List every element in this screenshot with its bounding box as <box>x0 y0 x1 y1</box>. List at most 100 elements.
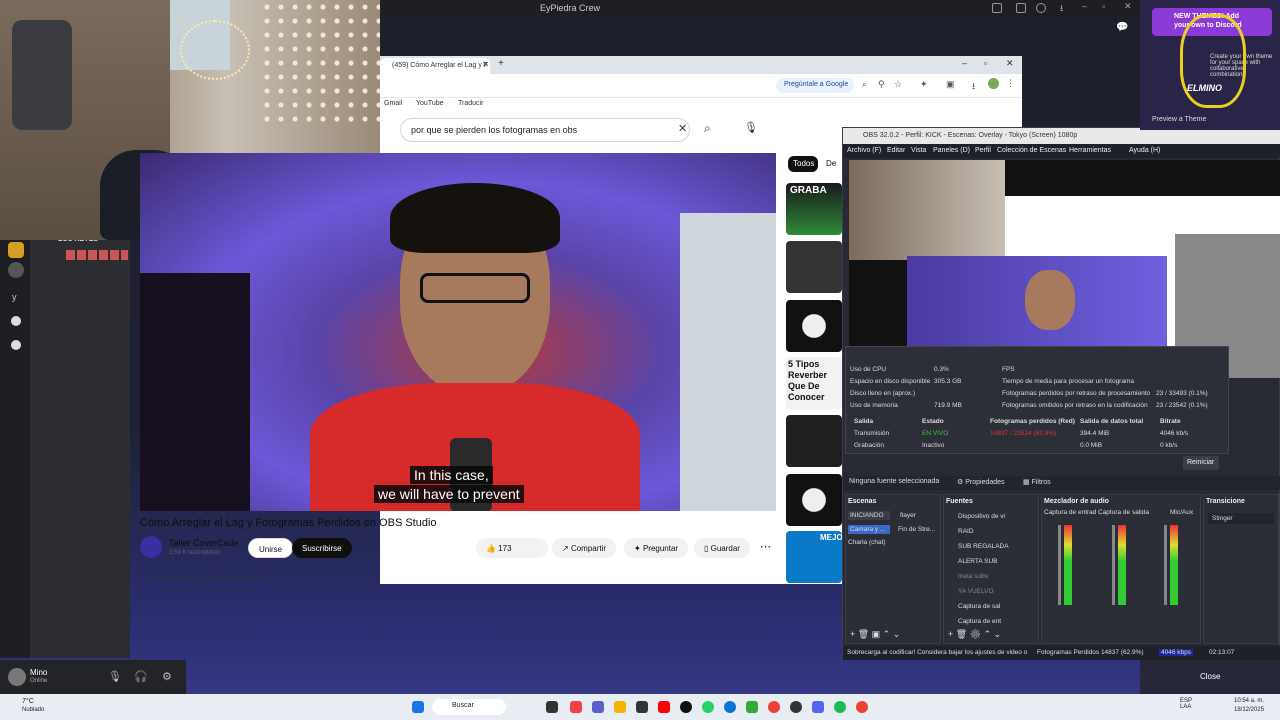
downloads-icon[interactable]: ⭳ <box>972 79 975 95</box>
obs-icon[interactable] <box>790 701 802 713</box>
ask-button[interactable]: ✦ Preguntar <box>624 538 689 558</box>
bookmark-youtube[interactable]: YouTube <box>416 100 444 107</box>
properties-button[interactable]: ⚙ Propiedades <box>957 478 1005 486</box>
spotify-icon[interactable] <box>834 701 846 713</box>
bookmark-translate[interactable]: Traducir <box>458 100 483 107</box>
share-button[interactable]: ↗ Compartir <box>552 538 617 558</box>
bookmark-gmail[interactable]: Gmail <box>384 100 402 107</box>
voice-participants[interactable] <box>66 250 128 260</box>
language-indicator[interactable]: ESP LAA <box>1180 698 1192 710</box>
chat-icon[interactable]: 💬 <box>1116 22 1128 33</box>
extensions-icon[interactable]: ✦ <box>920 79 928 90</box>
volume-slider[interactable] <box>1164 525 1167 605</box>
suggested-video-thumbnail[interactable]: MEJO <box>786 531 842 583</box>
app-icon[interactable] <box>746 701 758 713</box>
youtube-search-input[interactable]: por que se pierden los fotogramas en obs <box>400 118 690 142</box>
bookmark-star-icon[interactable]: ☆ <box>894 79 902 90</box>
avatar[interactable] <box>8 668 26 686</box>
filters-button[interactable]: ▦ Filtros <box>1023 478 1051 486</box>
chip-all[interactable]: Todos <box>788 156 818 172</box>
volume-slider[interactable] <box>1112 525 1115 605</box>
edge-icon[interactable] <box>724 701 736 713</box>
close-button[interactable]: Close <box>1200 672 1220 681</box>
ask-google-button[interactable]: Pregúntale a Google <box>776 78 854 93</box>
weather-temp[interactable]: 7°C <box>22 698 34 705</box>
scene-item[interactable]: INICIANDO <box>848 511 890 520</box>
suggested-video-thumbnail[interactable] <box>786 241 842 293</box>
source-item[interactable]: YA VUELVO <box>958 588 994 595</box>
scene-transition[interactable]: flayer <box>900 512 916 519</box>
reset-stats-button[interactable]: Reiniciar <box>1183 456 1219 470</box>
suggested-video-thumbnail[interactable] <box>786 300 842 352</box>
sidepanel-icon[interactable]: ▣ <box>946 79 955 90</box>
chrome-icon[interactable] <box>768 701 780 713</box>
menu-file[interactable]: Archivo (F) <box>847 147 881 154</box>
download-icon[interactable]: ⭳ <box>1060 1 1063 17</box>
microphone-icon[interactable]: 🎙 <box>744 121 758 134</box>
close-icon[interactable]: ✕ <box>1124 1 1132 12</box>
taskview-icon[interactable] <box>546 701 558 713</box>
minimize-icon[interactable]: – <box>1082 1 1087 11</box>
clear-search-icon[interactable]: ✕ <box>678 122 687 135</box>
video-player[interactable]: In this case, we will have to prevent <box>140 153 776 511</box>
youtube-icon[interactable] <box>658 701 670 713</box>
discord-icon[interactable] <box>812 701 824 713</box>
menu-icon[interactable]: ⋮ <box>1006 78 1015 89</box>
scene-item[interactable]: Camara y ... <box>848 525 890 534</box>
suggested-video-thumbnail[interactable]: 5 Tipos Reverber Que De Conocer <box>786 357 842 409</box>
scene-transition[interactable]: Fin de Stre... <box>898 526 935 533</box>
source-item[interactable]: Captura de sal <box>958 603 1000 610</box>
chip-2[interactable]: De <box>826 159 836 168</box>
explorer-icon[interactable] <box>614 701 626 713</box>
headphones-icon[interactable]: 🎧 <box>134 670 148 683</box>
menu-docks[interactable]: Paneles (D) <box>933 147 970 154</box>
menu-view[interactable]: Vista <box>911 147 926 154</box>
new-tab-icon[interactable]: + <box>498 58 504 69</box>
minimize-icon[interactable]: – <box>962 58 967 68</box>
maximize-icon[interactable]: ▫ <box>1102 1 1105 11</box>
username[interactable]: Mino <box>30 668 47 677</box>
source-item[interactable]: Dispositivo de vi <box>958 513 1005 520</box>
app-icon[interactable] <box>636 701 648 713</box>
suggested-video-thumbnail[interactable]: GRABA <box>786 183 842 235</box>
start-icon[interactable] <box>412 701 424 713</box>
close-icon[interactable]: ✕ <box>1006 58 1014 69</box>
join-button[interactable]: Unirse <box>248 538 294 558</box>
gear-icon[interactable]: ⚙ <box>162 670 172 683</box>
app-icon[interactable] <box>570 701 582 713</box>
server-icon[interactable] <box>8 262 24 278</box>
taskbar-search[interactable]: Buscar <box>432 699 506 715</box>
inbox-icon[interactable] <box>1016 3 1026 13</box>
add-server-icon[interactable] <box>11 316 21 326</box>
clock-time[interactable]: 10:54 a. m. <box>1234 698 1264 704</box>
zoom-icon[interactable]: ⚲ <box>878 79 885 90</box>
channel-name[interactable]: Taller CoverCade <box>169 538 239 548</box>
save-button[interactable]: ▯ Guardar <box>694 538 750 558</box>
more-icon[interactable]: ⋯ <box>760 540 771 553</box>
search-icon[interactable]: ⌕ <box>862 79 867 90</box>
profile-avatar[interactable] <box>988 78 999 89</box>
suggested-video-thumbnail[interactable] <box>786 415 842 467</box>
add-icon[interactable]: + 🗑 ▣ ⌃ ⌄ <box>850 629 900 640</box>
discover-icon[interactable] <box>11 340 21 350</box>
browser-tab[interactable]: (459) Cómo Arreglar el Lag y F <box>380 58 490 74</box>
chrome-icon[interactable] <box>856 701 868 713</box>
suggested-video-thumbnail[interactable] <box>786 474 842 526</box>
channel-avatar[interactable] <box>140 536 162 558</box>
subscribe-button[interactable]: Suscribirse <box>292 538 352 558</box>
search-icon[interactable]: ⌕ <box>704 121 711 136</box>
volume-slider[interactable] <box>1058 525 1061 605</box>
add-icon[interactable]: + 🗑 ⚙ ⌃ ⌄ <box>948 629 1001 640</box>
menu-scene-collection[interactable]: Colección de Escenas <box>997 147 1066 154</box>
menu-edit[interactable]: Editar <box>887 147 905 154</box>
source-item[interactable]: Captura de ent <box>958 618 1001 625</box>
teams-icon[interactable] <box>592 701 604 713</box>
help-icon[interactable] <box>1036 3 1046 13</box>
maximize-icon[interactable]: ▫ <box>984 58 987 68</box>
whatsapp-icon[interactable] <box>702 701 714 713</box>
preview-theme-link[interactable]: Preview a Theme <box>1152 116 1206 123</box>
menu-help[interactable]: Ayuda (H) <box>1129 147 1160 154</box>
pin-icon[interactable] <box>992 3 1002 13</box>
tiktok-icon[interactable] <box>680 701 692 713</box>
source-item[interactable]: SUB REGALADA <box>958 543 1009 550</box>
